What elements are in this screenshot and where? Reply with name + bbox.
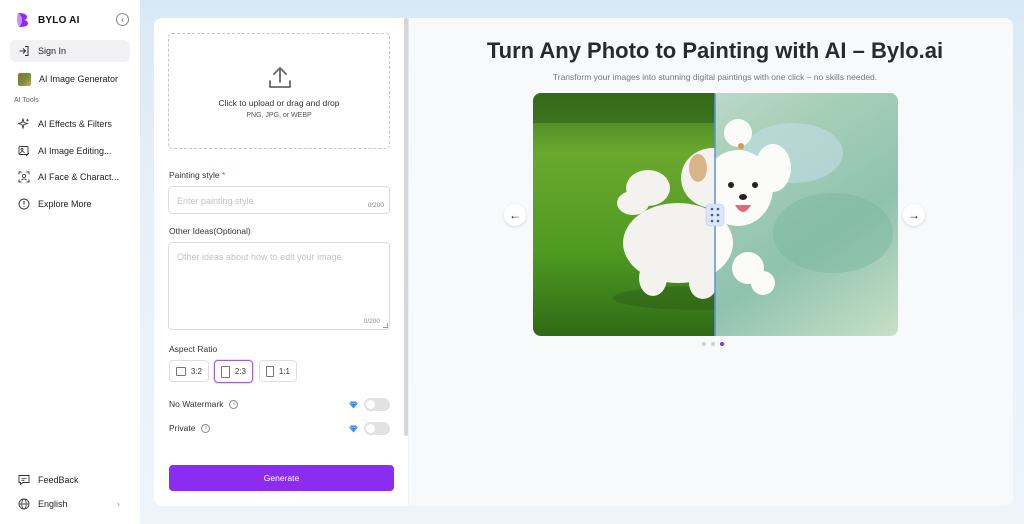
feedback-label: FeedBack [38, 475, 79, 485]
painting-style-label: Painting style * [169, 170, 225, 180]
preview-subtitle: Transform your images into stunning digi… [552, 72, 878, 82]
upload-dropzone[interactable]: Click to upload or drag and drop PNG, JP… [168, 33, 390, 149]
generator-thumbnail-icon [18, 72, 31, 86]
aspect-ratio-label: Aspect Ratio [169, 344, 218, 354]
sign-in-button[interactable]: Sign In [10, 40, 130, 62]
painting-style-counter: 0/200 [367, 202, 384, 209]
slide-dot[interactable] [711, 342, 715, 346]
feedback-icon [18, 475, 30, 486]
private-label: Private [169, 423, 196, 433]
sparkle-icon [18, 118, 30, 130]
other-ideas-placeholder: Other ideas about how to edit your image [177, 252, 342, 262]
slide-indicator [702, 342, 724, 346]
premium-gem-icon [349, 401, 358, 409]
upload-formats: PNG, JPG, or WEBP [246, 112, 312, 119]
feedback-button[interactable]: FeedBack [10, 469, 130, 491]
collapse-sidebar-button[interactable]: ‹ [116, 13, 129, 26]
upload-icon [269, 67, 291, 88]
sidebar-item-label: AI Effects & Filters [38, 119, 112, 129]
no-watermark-label: No Watermark [169, 399, 224, 409]
ratio-label: 2:3 [234, 367, 246, 376]
next-slide-button[interactable]: → [903, 204, 925, 226]
info-icon[interactable]: i [201, 423, 211, 433]
sidebar-item-explore-more[interactable]: Explore More [10, 193, 130, 215]
sidebar-item-label: AI Image Editing... [38, 146, 112, 156]
before-after-comparison[interactable] [533, 93, 898, 336]
language-selector[interactable]: English › [10, 493, 130, 515]
painting-style-label-text: Painting style [169, 170, 220, 180]
section-label-ai-tools: AI Tools [14, 97, 39, 104]
sidebar-item-ai-image-generator[interactable]: AI Image Generator [10, 68, 130, 90]
ratio-label: 3:2 [190, 366, 202, 376]
resize-handle-icon[interactable] [383, 323, 388, 328]
previous-slide-button[interactable]: ← [504, 204, 526, 226]
sidebar-item-ai-image-editing[interactable]: AI Image Editing... [10, 140, 130, 162]
globe-icon [18, 498, 30, 510]
other-ideas-textarea[interactable]: Other ideas about how to edit your image… [168, 242, 390, 330]
info-icon[interactable]: i [229, 399, 239, 409]
slide-dot-active[interactable] [720, 342, 724, 346]
sign-in-icon [19, 46, 29, 56]
image-edit-icon [18, 146, 30, 157]
square-ratio-icon [266, 365, 274, 377]
private-row: Private i [169, 423, 211, 433]
bylo-logo-icon [17, 13, 28, 27]
no-watermark-toggle[interactable] [364, 398, 390, 411]
chevron-left-icon: ‹ [121, 14, 124, 24]
premium-gem-icon [349, 425, 358, 433]
arrow-right-icon: → [908, 208, 920, 222]
brand[interactable]: BYLO AI [16, 12, 80, 28]
language-label: English [38, 499, 68, 509]
compass-icon [18, 198, 30, 210]
upload-instruction: Click to upload or drag and drop [218, 98, 340, 108]
landscape-ratio-icon [176, 366, 186, 376]
ratio-1-1-button[interactable]: 1:1 [259, 360, 297, 382]
ratio-2-3-button[interactable]: 2:3 [214, 360, 253, 383]
sidebar-item-ai-face-character[interactable]: AI Face & Charact... [10, 166, 130, 188]
sidebar-item-ai-effects[interactable]: AI Effects & Filters [10, 113, 130, 135]
painting-style-placeholder: Enter painting style [177, 196, 254, 206]
generate-button[interactable]: Generate [169, 465, 394, 491]
private-toggle[interactable] [364, 422, 390, 435]
sidebar: BYLO AI ‹ Sign In AI Image Generator AI … [0, 0, 140, 524]
sidebar-item-label: AI Face & Charact... [38, 172, 120, 182]
sign-in-label: Sign In [38, 46, 67, 56]
chevron-right-icon: › [117, 499, 120, 509]
other-ideas-counter: 0/200 [363, 318, 380, 325]
other-ideas-label: Other Ideas(Optional) [169, 226, 251, 236]
slide-dot[interactable] [702, 342, 706, 346]
face-scan-icon [18, 171, 30, 183]
painting-style-input[interactable]: Enter painting style 0/200 [168, 186, 390, 214]
no-watermark-row: No Watermark i [169, 399, 239, 409]
form-scrollbar[interactable] [404, 18, 408, 436]
arrow-left-icon: ← [509, 208, 521, 222]
sidebar-item-label: Explore More [38, 199, 92, 209]
comparison-image [533, 93, 898, 336]
portrait-ratio-icon [221, 365, 230, 378]
required-mark: * [221, 170, 226, 180]
sidebar-item-label: AI Image Generator [39, 74, 119, 84]
ratio-3-2-button[interactable]: 3:2 [169, 360, 209, 382]
brand-name: BYLO AI [38, 14, 80, 26]
ratio-label: 1:1 [278, 366, 290, 376]
preview-title: Turn Any Photo to Painting with AI – Byl… [486, 38, 944, 63]
